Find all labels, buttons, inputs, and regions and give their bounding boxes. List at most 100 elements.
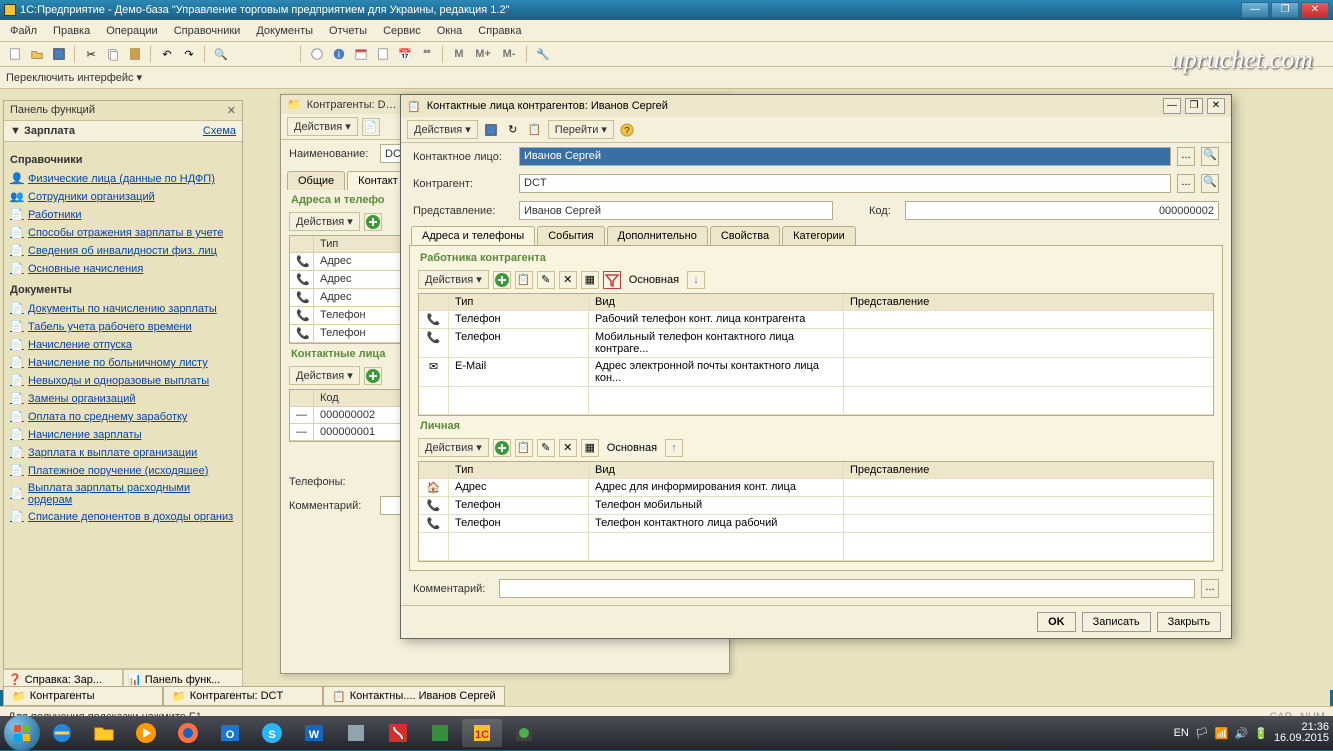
- tray-network-icon[interactable]: 📶: [1215, 727, 1229, 740]
- tray-clock[interactable]: 21:36 16.09.2015: [1274, 722, 1329, 744]
- help-circle-icon[interactable]: [308, 45, 326, 63]
- tab-properties[interactable]: Свойства: [710, 226, 780, 245]
- dir-link[interactable]: 📄Способы отражения зарплаты в учете: [6, 224, 240, 242]
- menu-reports[interactable]: Отчеты: [325, 23, 371, 39]
- write-button[interactable]: Записать: [1082, 612, 1151, 632]
- doc-link[interactable]: 📄Замены организаций: [6, 390, 240, 408]
- calc-icon[interactable]: [374, 45, 392, 63]
- taskbar-media-icon[interactable]: [126, 719, 166, 747]
- table-row[interactable]: 🏠АдресАдрес для информирования конт. лиц…: [419, 479, 1213, 497]
- add-icon[interactable]: [364, 213, 382, 231]
- save-icon[interactable]: [50, 45, 68, 63]
- ok-button[interactable]: OK: [1037, 612, 1076, 632]
- tools-icon[interactable]: 🔧: [534, 45, 552, 63]
- maximize-button[interactable]: ❐: [1185, 98, 1203, 114]
- add-icon[interactable]: [493, 439, 511, 457]
- representation-input[interactable]: [519, 201, 833, 220]
- copy-icon[interactable]: [104, 45, 122, 63]
- magnify-icon[interactable]: 🔍: [1201, 147, 1219, 166]
- doc-link[interactable]: 📄Зарплата к выплате организации: [6, 444, 240, 462]
- taskbar-acrobat-icon[interactable]: [378, 719, 418, 747]
- tray-sound-icon[interactable]: 🔊: [1235, 727, 1249, 740]
- goto-dropdown[interactable]: Перейти ▾: [548, 120, 614, 139]
- table-row[interactable]: 📞ТелефонТелефон контактного лица рабочий: [419, 515, 1213, 533]
- close-icon[interactable]: ✕: [227, 104, 236, 117]
- tab-addresses[interactable]: Адреса и телефоны: [411, 226, 535, 245]
- counterparty-field[interactable]: DCT: [519, 174, 1171, 193]
- taskbar-1c-icon[interactable]: 1C: [462, 719, 502, 747]
- maximize-button[interactable]: ❐: [1271, 2, 1299, 18]
- comment-input[interactable]: [499, 579, 1195, 598]
- expand-button[interactable]: ...: [1201, 579, 1219, 598]
- doc-link[interactable]: 📄Начисление зарплаты: [6, 426, 240, 444]
- doc-link[interactable]: 📄Начисление отпуска: [6, 336, 240, 354]
- close-button[interactable]: ✕: [1207, 98, 1225, 114]
- actions-dropdown[interactable]: Действия ▾: [289, 366, 360, 385]
- new-doc-icon[interactable]: [6, 45, 24, 63]
- dir-link[interactable]: 👥Сотрудники организаций: [6, 188, 240, 206]
- tab-general[interactable]: Общие: [287, 171, 345, 190]
- taskbar-word-icon[interactable]: W: [294, 719, 334, 747]
- dir-link[interactable]: 📄Работники: [6, 206, 240, 224]
- taskbar-camtasia-icon[interactable]: [504, 719, 544, 747]
- info-icon[interactable]: i: [330, 45, 348, 63]
- doc-link[interactable]: 📄Табель учета рабочего времени: [6, 318, 240, 336]
- doc-link[interactable]: 📄Списание депонентов в доходы организ: [6, 508, 240, 526]
- list-icon[interactable]: 📋: [526, 121, 544, 139]
- copy-icon[interactable]: 📋: [515, 439, 533, 457]
- memory-minus[interactable]: М-: [498, 45, 520, 63]
- doc-link[interactable]: 📄Платежное поручение (исходящее): [6, 462, 240, 480]
- save-icon[interactable]: [482, 121, 500, 139]
- mdi-tab[interactable]: 📁Контрагенты: DCT: [163, 686, 323, 706]
- taskbar-firefox-icon[interactable]: [168, 719, 208, 747]
- contact-person-field[interactable]: Иванов Сергей: [519, 147, 1171, 166]
- tab-additional[interactable]: Дополнительно: [607, 226, 708, 245]
- filter-icon[interactable]: [603, 271, 621, 289]
- tab-categories[interactable]: Категории: [782, 226, 856, 245]
- add-icon[interactable]: [364, 367, 382, 385]
- menu-operations[interactable]: Операции: [102, 23, 161, 39]
- edit-icon[interactable]: ✎: [537, 271, 555, 289]
- mdi-tab[interactable]: 📋Контактны.... Иванов Сергей: [323, 686, 505, 706]
- tray-flag-icon[interactable]: 🏳: [1195, 727, 1209, 740]
- minimize-button[interactable]: —: [1241, 2, 1269, 18]
- search-icon[interactable]: 🔍: [212, 45, 230, 63]
- mdi-tab[interactable]: 📁Контрагенты: [3, 686, 163, 706]
- users-icon[interactable]: [418, 45, 436, 63]
- taskbar-app-icon[interactable]: [336, 719, 376, 747]
- help-icon[interactable]: ?: [618, 121, 636, 139]
- taskbar-skype-icon[interactable]: S: [252, 719, 292, 747]
- close-button[interactable]: ✕: [1301, 2, 1329, 18]
- undo-icon[interactable]: ↶: [158, 45, 176, 63]
- table-row[interactable]: 📞ТелефонМобильный телефон контактного ли…: [419, 329, 1213, 358]
- scheme-link[interactable]: Схема: [203, 125, 236, 137]
- memory-plus[interactable]: М+: [472, 45, 494, 63]
- menu-file[interactable]: Файл: [6, 23, 41, 39]
- interface-switcher[interactable]: Переключить интерфейс ▾: [0, 67, 1333, 89]
- menu-service[interactable]: Сервис: [379, 23, 425, 39]
- actions-dropdown[interactable]: Действия ▾: [418, 438, 489, 457]
- toggle-icon[interactable]: ▦: [581, 439, 599, 457]
- menu-directories[interactable]: Справочники: [170, 23, 245, 39]
- taskbar-ie-icon[interactable]: [42, 719, 82, 747]
- table-row[interactable]: 📞ТелефонРабочий телефон конт. лица контр…: [419, 311, 1213, 329]
- start-button[interactable]: [4, 715, 40, 751]
- taskbar-explorer-icon[interactable]: [84, 719, 124, 747]
- dir-link[interactable]: 👤Физические лица (данные по НДФП): [6, 170, 240, 188]
- delete-icon[interactable]: ✕: [559, 439, 577, 457]
- edit-icon[interactable]: ✎: [537, 439, 555, 457]
- paste-icon[interactable]: [126, 45, 144, 63]
- dir-link[interactable]: 📄Сведения об инвалидности физ. лиц: [6, 242, 240, 260]
- refresh-icon[interactable]: ↻: [504, 121, 522, 139]
- toolbar-icon[interactable]: 📄: [362, 118, 380, 136]
- doc-link[interactable]: 📄Оплата по среднему заработку: [6, 408, 240, 426]
- actions-dropdown[interactable]: Действия ▾: [287, 117, 358, 136]
- tray-battery-icon[interactable]: 🔋: [1254, 727, 1268, 740]
- redo-icon[interactable]: ↷: [180, 45, 198, 63]
- taskbar-app-icon[interactable]: [420, 719, 460, 747]
- minimize-button[interactable]: —: [1163, 98, 1181, 114]
- code-input[interactable]: [905, 201, 1219, 220]
- table-row[interactable]: ✉E-MailАдрес электронной почты контактно…: [419, 358, 1213, 387]
- date-icon[interactable]: 📅: [396, 45, 414, 63]
- actions-dropdown[interactable]: Действия ▾: [407, 120, 478, 139]
